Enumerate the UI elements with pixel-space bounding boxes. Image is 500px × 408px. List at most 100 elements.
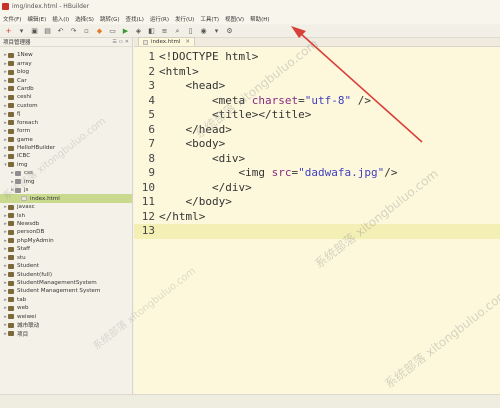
save-icon[interactable]: ▣ bbox=[30, 27, 39, 36]
code-line[interactable]: 4 <meta charset="utf-8" /> bbox=[134, 94, 500, 109]
code-text: <title></title> bbox=[211, 108, 312, 121]
tree-item[interactable]: ▸ weiwei bbox=[0, 313, 132, 321]
tree-item[interactable]: index.html bbox=[0, 194, 132, 203]
tree-item[interactable]: ▸ Staff bbox=[0, 245, 132, 253]
tree-item[interactable]: ▸ custom bbox=[0, 102, 132, 110]
menu-item[interactable]: 查找(L) bbox=[126, 15, 144, 23]
tree-item[interactable]: ▸ StudentManagementSystem bbox=[0, 279, 132, 287]
project-icon bbox=[8, 86, 14, 92]
tree-item[interactable]: ▸ 1New bbox=[0, 51, 132, 59]
browser-icon[interactable]: ◉ bbox=[199, 27, 208, 36]
tree-item[interactable]: ▸ array bbox=[0, 59, 132, 67]
code-text: <html> bbox=[159, 64, 199, 78]
code-line[interactable]: 13 bbox=[134, 224, 500, 239]
tree-item[interactable]: ▸ stu bbox=[0, 254, 132, 262]
html-icon[interactable]: ◆ bbox=[95, 27, 104, 36]
tree-item-label: 项目 bbox=[17, 331, 29, 338]
menu-item[interactable]: 选择(S) bbox=[75, 15, 94, 23]
tree-item[interactable]: ▸ personDB bbox=[0, 228, 132, 236]
tree-item[interactable]: ▸ Newsdb bbox=[0, 220, 132, 228]
tree-item[interactable]: ▸ blog bbox=[0, 68, 132, 76]
code-line[interactable]: 6 </head> bbox=[134, 123, 500, 138]
line-number: 8 bbox=[148, 151, 155, 165]
tree-item[interactable]: ▸ ICBC bbox=[0, 152, 132, 160]
menu-item[interactable]: 运行(R) bbox=[150, 15, 169, 23]
dropdown-icon[interactable]: ▾ bbox=[17, 27, 26, 36]
menu-item[interactable]: 工具(T) bbox=[200, 15, 219, 23]
code-text: <div> bbox=[211, 151, 246, 165]
new-file-icon[interactable]: ▫ bbox=[82, 27, 91, 36]
close-tab-icon[interactable]: ✕ bbox=[185, 39, 190, 45]
plus-icon[interactable]: + bbox=[4, 27, 13, 36]
tree-item[interactable]: ▸ css bbox=[0, 169, 132, 177]
tree-item[interactable]: ▸ phpMyAdmin bbox=[0, 237, 132, 245]
menu-item[interactable]: 编辑(E) bbox=[27, 15, 46, 23]
line-number: 9 bbox=[148, 166, 155, 179]
code-line[interactable]: 12 </html> bbox=[134, 210, 500, 225]
code-line[interactable]: 1 <!DOCTYPE html> bbox=[134, 50, 500, 65]
code-area[interactable]: 1 <!DOCTYPE html> 2 <html> 3 <head> 4 <meta c… bbox=[134, 50, 500, 239]
menu-item[interactable]: 跳转(G) bbox=[100, 15, 120, 23]
tree-item[interactable]: ▸ ceshi bbox=[0, 93, 132, 101]
tree-item[interactable]: ▸ javasc bbox=[0, 203, 132, 211]
menu-item[interactable]: 帮助(H) bbox=[250, 15, 269, 23]
tree-item[interactable]: ▸ game bbox=[0, 135, 132, 143]
code-line[interactable]: 2 <html> bbox=[134, 65, 500, 80]
tree-item[interactable]: ▸ Student Management System bbox=[0, 287, 132, 295]
code-line[interactable]: 7 <body> bbox=[134, 137, 500, 152]
settings-icon[interactable]: ⚙ bbox=[225, 27, 234, 36]
tree-item[interactable]: ▸ 城市联动 bbox=[0, 321, 132, 329]
code-line[interactable]: 3 <head> bbox=[134, 79, 500, 94]
tree-item[interactable]: ▸ Car bbox=[0, 76, 132, 84]
tree-item[interactable]: ▸ tab bbox=[0, 296, 132, 304]
code-line[interactable]: 10 </div> bbox=[134, 181, 500, 196]
tree-item-label: 城市联动 bbox=[17, 323, 40, 330]
run-icon[interactable]: ▶ bbox=[121, 27, 130, 36]
tree-item-label: game bbox=[17, 136, 33, 143]
project-icon bbox=[8, 153, 14, 159]
tree-item[interactable]: ▸ HelloHBuilder bbox=[0, 144, 132, 152]
code-line[interactable]: 9 <img src="dadwafa.jpg"/> bbox=[134, 166, 500, 181]
panel-controls[interactable]: ☰ ▭ ✕ bbox=[112, 39, 129, 45]
tree-item[interactable]: ▸ 项目 bbox=[0, 329, 132, 338]
editor-tab-index-html[interactable]: index.html ✕ bbox=[138, 37, 195, 46]
tree-item[interactable]: ▸ js bbox=[0, 186, 132, 194]
tree-item[interactable]: ▸ foreach bbox=[0, 119, 132, 127]
project-tree: ▸ 1New ▸ array ▸ blog ▸ Car ▸ Cardb ▸ ceshi ▸ custom ▸… bbox=[0, 47, 132, 338]
project-icon bbox=[8, 280, 14, 286]
tree-item-label: Staff bbox=[17, 246, 31, 253]
phone-icon[interactable]: ▯ bbox=[186, 27, 195, 36]
find-icon[interactable]: ⌕ bbox=[173, 27, 182, 36]
save-all-icon[interactable]: ▤ bbox=[43, 27, 52, 36]
folder-icon bbox=[15, 170, 21, 176]
undo-icon[interactable]: ↶ bbox=[56, 27, 65, 36]
tree-item[interactable]: ▾ img bbox=[0, 161, 132, 169]
code-line[interactable]: 5 <title></title> bbox=[134, 108, 500, 123]
tree-item[interactable]: ▸ img bbox=[0, 178, 132, 186]
menu-item[interactable]: 文件(F) bbox=[3, 15, 21, 23]
browse-icon[interactable]: ▭ bbox=[108, 27, 117, 36]
debug-icon[interactable]: ◈ bbox=[134, 27, 143, 36]
tree-item-label: personDB bbox=[17, 229, 45, 236]
tree-item[interactable]: ▸ fj bbox=[0, 110, 132, 118]
menu-item[interactable]: 视图(V) bbox=[225, 15, 244, 23]
tree-item[interactable]: ▸ Student bbox=[0, 262, 132, 270]
preview-icon[interactable]: ◧ bbox=[147, 27, 156, 36]
tree-item[interactable]: ▸ Student(full) bbox=[0, 270, 132, 278]
tree-item[interactable]: ▸ form bbox=[0, 127, 132, 135]
tree-item[interactable]: ▸ web bbox=[0, 304, 132, 312]
project-icon bbox=[8, 314, 14, 320]
code-line[interactable]: 8 <div> bbox=[134, 152, 500, 167]
tree-item-label: Newsdb bbox=[17, 220, 40, 227]
tree-item[interactable]: ▸ lsh bbox=[0, 211, 132, 219]
menu-item[interactable]: 发行(U) bbox=[175, 15, 194, 23]
tree-item-label: Car bbox=[17, 77, 27, 84]
tree-item-label: ceshi bbox=[17, 94, 32, 101]
code-line[interactable]: 11 </body> bbox=[134, 195, 500, 210]
redo-icon[interactable]: ↷ bbox=[69, 27, 78, 36]
tree-item[interactable]: ▸ Cardb bbox=[0, 85, 132, 93]
tree-item-label: stu bbox=[17, 254, 26, 261]
format-icon[interactable]: ≡ bbox=[160, 27, 169, 36]
dropdown-icon[interactable]: ▾ bbox=[212, 27, 221, 36]
menu-item[interactable]: 插入(I) bbox=[52, 15, 69, 23]
